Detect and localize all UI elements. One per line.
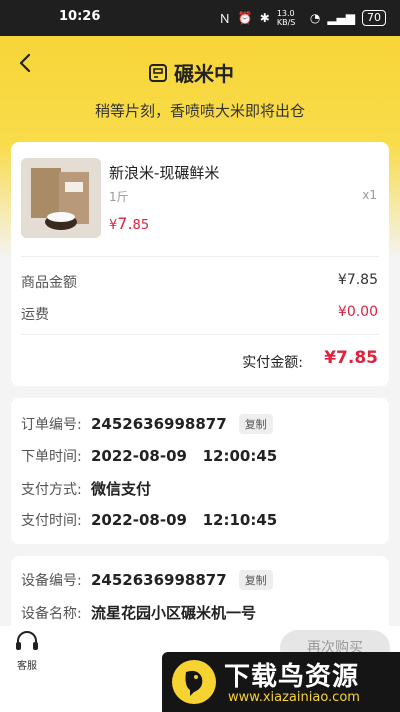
chevron-left-icon xyxy=(19,53,31,73)
pay-time-label: 支付时间: xyxy=(21,513,82,529)
pay-method-row: 支付方式: 微信支付 xyxy=(21,478,151,499)
device-name-row: 设备名称: 流星花园小区碾米机一号 xyxy=(21,602,256,623)
order-number-row: 订单编号: 2452636998877 复制 xyxy=(21,414,273,434)
paid-amount-label: 实付金额: xyxy=(242,355,303,371)
product-spec: 1斤 xyxy=(109,190,129,204)
customer-service-label: 客服 xyxy=(17,661,37,672)
copy-order-number-button[interactable]: 复制 xyxy=(238,414,273,434)
device-name-value: 流星花园小区碾米机一号 xyxy=(91,604,257,622)
device-number-label: 设备编号: xyxy=(21,573,82,589)
status-bar: 10:26 Ｎ ⏰ ✱ 13.0 KB/S ◔ ▂▄▆ 70 xyxy=(0,0,400,36)
watermark-url: www.xiazainiao.com xyxy=(228,690,360,705)
pay-method-value: 微信支付 xyxy=(91,480,152,498)
signal-icon: ▂▄▆ xyxy=(327,11,355,25)
device-info-card: 设备编号: 2452636998877 复制 设备名称: 流星花园小区碾米机一号 xyxy=(11,556,389,636)
divider xyxy=(21,256,379,257)
watermark-title: 下载鸟资源 xyxy=(224,662,360,692)
order-number-label: 订单编号: xyxy=(21,417,82,433)
order-info-card: 订单编号: 2452636998877 复制 下单时间: 2022-08-09 … xyxy=(11,398,389,544)
customer-service-button[interactable]: 客服 xyxy=(12,630,42,672)
battery-icon: 70 xyxy=(362,10,386,26)
page-title: 碾米中 xyxy=(174,62,234,86)
product-quantity: x1 xyxy=(362,188,377,202)
alarm-icon: ⏰ xyxy=(237,11,253,25)
device-number-value: 2452636998877 xyxy=(91,571,227,589)
order-summary-card: 新浪米-现碾鲜米 1斤 x1 ¥7.85 商品金额 ¥7.85 运费 ¥0.00… xyxy=(11,142,389,386)
back-button[interactable] xyxy=(14,48,38,78)
price-decimal: 85 xyxy=(132,218,150,233)
rice-bag-image xyxy=(21,158,101,238)
bluetooth-icon: ✱ xyxy=(259,11,270,25)
nav-bar: 碾米中 xyxy=(0,36,400,92)
order-number-value: 2452636998877 xyxy=(91,415,227,433)
headset-icon xyxy=(16,631,38,650)
device-number-row: 设备编号: 2452636998877 复制 xyxy=(21,570,273,590)
product-price: ¥7.85 xyxy=(109,214,149,233)
product-image xyxy=(21,158,101,238)
status-icons: Ｎ ⏰ ✱ 13.0 KB/S ◔ ▂▄▆ 70 xyxy=(219,9,386,27)
shipping-value: ¥0.00 xyxy=(337,304,378,320)
copy-device-number-button[interactable]: 复制 xyxy=(238,570,273,590)
network-speed: 13.0 KB/S xyxy=(276,9,296,27)
watermark: 下载鸟资源 www.xiazainiao.com xyxy=(162,652,400,712)
divider xyxy=(21,334,379,335)
wifi-icon: ◔ xyxy=(309,11,321,25)
goods-amount-value: ¥7.85 xyxy=(337,272,378,288)
goods-amount-label: 商品金额 xyxy=(21,275,77,291)
pay-method-label: 支付方式: xyxy=(21,481,82,498)
watermark-logo xyxy=(172,660,216,704)
price-integer: 7. xyxy=(117,214,133,233)
status-time: 10:26 xyxy=(59,9,101,24)
rice-machine-icon xyxy=(149,63,167,82)
shipping-label: 运费 xyxy=(21,307,49,323)
pay-time-value: 2022-08-09 12:10:45 xyxy=(91,511,278,529)
pay-time-row: 支付时间: 2022-08-09 12:10:45 xyxy=(21,510,277,530)
order-time-label: 下单时间: xyxy=(21,449,82,465)
title-wrap: 碾米中 xyxy=(148,58,234,87)
paid-amount-value: ¥7.85 xyxy=(324,348,378,368)
bird-logo-icon xyxy=(174,662,214,702)
product-name: 新浪米-现碾鲜米 xyxy=(109,164,220,182)
order-time-value: 2022-08-09 12:00:45 xyxy=(91,447,278,465)
nfc-icon: Ｎ xyxy=(218,11,231,26)
device-name-label: 设备名称: xyxy=(21,605,82,622)
page-subtitle: 稍等片刻，香喷喷大米即将出仓 xyxy=(94,102,305,120)
order-time-row: 下单时间: 2022-08-09 12:00:45 xyxy=(21,446,277,466)
